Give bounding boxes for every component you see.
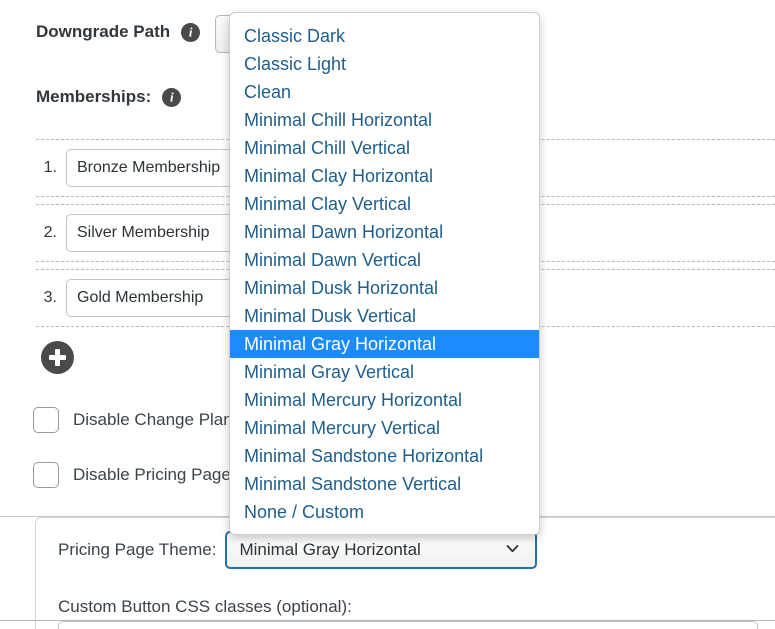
disable-pricing-page-row[interactable]: Disable Pricing Page: [33, 462, 231, 488]
membership-index: 1.: [36, 159, 66, 177]
dropdown-option[interactable]: Minimal Dawn Vertical: [230, 246, 539, 274]
disable-pricing-page-checkbox[interactable]: [33, 462, 59, 488]
disable-change-plan-row[interactable]: Disable Change Plan: [33, 407, 233, 433]
dropdown-option[interactable]: Minimal Chill Horizontal: [230, 106, 539, 134]
settings-page: Downgrade Path i Memberships: i 1. 2. 3.…: [0, 0, 775, 629]
dropdown-option[interactable]: Classic Light: [230, 50, 539, 78]
disable-change-plan-checkbox[interactable]: [33, 407, 59, 433]
dropdown-option[interactable]: Classic Dark: [230, 22, 539, 50]
info-icon[interactable]: i: [181, 23, 200, 42]
pricing-page-theme-select[interactable]: Minimal Gray Horizontal: [225, 531, 537, 569]
membership-index: 2.: [36, 224, 66, 242]
section-divider: [0, 620, 775, 621]
dropdown-option[interactable]: Clean: [230, 78, 539, 106]
dropdown-option[interactable]: Minimal Chill Vertical: [230, 134, 539, 162]
pricing-page-theme-row: Pricing Page Theme: Minimal Gray Horizon…: [58, 531, 537, 569]
pricing-page-theme-label: Pricing Page Theme:: [58, 540, 216, 560]
disable-change-plan-label: Disable Change Plan: [73, 410, 233, 430]
dropdown-option[interactable]: Minimal Gray Horizontal: [230, 330, 539, 358]
memberships-field: Memberships: i: [36, 87, 181, 107]
downgrade-path-label: Downgrade Path: [36, 22, 170, 42]
dropdown-option[interactable]: Minimal Sandstone Vertical: [230, 470, 539, 498]
disable-pricing-page-label: Disable Pricing Page: [73, 465, 231, 485]
plus-icon: [55, 349, 60, 366]
custom-css-label: Custom Button CSS classes (optional):: [58, 597, 352, 617]
dropdown-option[interactable]: Minimal Dusk Horizontal: [230, 274, 539, 302]
memberships-label: Memberships:: [36, 87, 151, 107]
dropdown-option[interactable]: Minimal Clay Horizontal: [230, 162, 539, 190]
pricing-page-theme-value: Minimal Gray Horizontal: [239, 540, 420, 560]
dropdown-option[interactable]: Minimal Clay Vertical: [230, 190, 539, 218]
dropdown-option[interactable]: Minimal Gray Vertical: [230, 358, 539, 386]
dropdown-option[interactable]: None / Custom: [230, 498, 539, 526]
dropdown-option[interactable]: Minimal Dawn Horizontal: [230, 218, 539, 246]
custom-css-input[interactable]: [58, 621, 758, 629]
downgrade-path-field: Downgrade Path i: [36, 22, 200, 42]
info-icon[interactable]: i: [162, 88, 181, 107]
pricing-page-theme-dropdown[interactable]: Classic DarkClassic LightCleanMinimal Ch…: [229, 12, 540, 535]
dropdown-option[interactable]: Minimal Mercury Vertical: [230, 414, 539, 442]
dropdown-option[interactable]: Minimal Dusk Vertical: [230, 302, 539, 330]
add-membership-button[interactable]: [41, 341, 74, 374]
chevron-down-icon: [506, 542, 519, 555]
dropdown-option[interactable]: Minimal Mercury Horizontal: [230, 386, 539, 414]
dropdown-option[interactable]: Minimal Sandstone Horizontal: [230, 442, 539, 470]
membership-index: 3.: [36, 289, 66, 307]
